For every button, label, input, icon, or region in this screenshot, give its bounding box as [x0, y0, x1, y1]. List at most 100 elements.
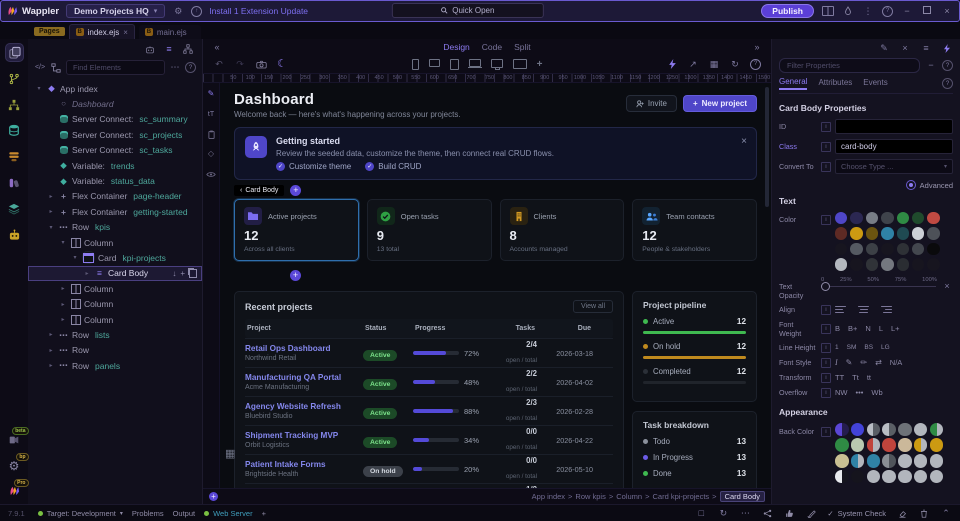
expand-arrow-icon[interactable]: ▾ — [71, 254, 79, 261]
back-color-swatch[interactable] — [867, 438, 881, 452]
ai-assistant-icon[interactable] — [6, 226, 23, 243]
device-desktop-icon[interactable] — [491, 59, 503, 68]
quick-open-button[interactable]: Quick Open — [392, 3, 544, 18]
move-element-icon[interactable]: ↓ — [172, 269, 176, 278]
color-swatch[interactable] — [835, 227, 847, 239]
color-swatch[interactable] — [866, 212, 878, 224]
color-swatch[interactable] — [881, 258, 893, 270]
reload-icon[interactable]: ↻ — [717, 507, 729, 519]
advanced-toggle[interactable] — [906, 180, 916, 190]
add-panel-button[interactable]: + — [262, 509, 266, 518]
back-color-swatch[interactable] — [851, 470, 865, 484]
text-transform-option[interactable]: Tt — [852, 373, 859, 382]
banner-check-item[interactable]: ✓ Build CRUD — [365, 162, 421, 171]
font-weight-option[interactable]: B+ — [848, 324, 857, 333]
device-laptop-icon[interactable] — [469, 59, 481, 67]
tree-item[interactable]: ▾ Column ↓ + — [28, 235, 202, 250]
font-style-na[interactable]: N/A — [890, 358, 903, 367]
collapse-left-icon[interactable]: « — [211, 41, 223, 53]
back-color-swatch[interactable] — [882, 423, 896, 437]
collapse-right-icon[interactable]: » — [751, 41, 763, 53]
kpi-card[interactable]: Active projects 12 Across all clients — [234, 199, 359, 261]
tree-item[interactable]: Server Connect: sc_projects ↓ + — [28, 127, 202, 142]
tree-item[interactable]: ▸ Flex Container page-header ↓ + — [28, 189, 202, 204]
pages-panel-icon[interactable] — [6, 44, 23, 61]
more-icon[interactable]: ⋯ — [739, 507, 751, 519]
back-color-swatch[interactable] — [851, 438, 865, 452]
back-color-swatch[interactable] — [930, 423, 944, 437]
grid-toggle-button[interactable]: ▦ — [225, 447, 235, 460]
color-swatch[interactable] — [866, 258, 878, 270]
breadcrumb-current[interactable]: Card Body — [720, 491, 765, 502]
find-elements-input[interactable] — [66, 60, 165, 75]
properties-tab[interactable]: General — [779, 77, 807, 90]
project-name-link[interactable]: Agency Website Refresh — [245, 402, 363, 412]
more-options-icon[interactable]: ⋯ — [169, 62, 181, 74]
line-height-option[interactable]: SM — [847, 344, 857, 351]
expand-arrow-icon[interactable]: ▸ — [59, 301, 67, 308]
styles-icon[interactable] — [6, 174, 23, 191]
pen-style-icon[interactable]: ✏ — [860, 358, 867, 367]
line-height-option[interactable]: LG — [881, 344, 890, 351]
tree-item[interactable]: ▸ Column ↓ + — [28, 281, 202, 296]
color-swatch[interactable] — [850, 227, 862, 239]
convert-to-select[interactable]: Choose Type ...▾ — [835, 159, 953, 174]
breadcrumb-item[interactable]: Card kpi-projects — [652, 492, 709, 501]
tree-item[interactable]: ▸ Column ↓ + — [28, 312, 202, 327]
expand-arrow-icon[interactable]: ▸ — [47, 362, 55, 369]
color-swatch[interactable] — [897, 227, 909, 239]
color-swatch[interactable] — [897, 212, 909, 224]
device-tablet-icon[interactable] — [450, 59, 459, 70]
add-frame-button[interactable]: + — [209, 492, 218, 501]
line-height-option[interactable]: 1 — [835, 344, 839, 351]
project-name-link[interactable]: Patient Intake Forms — [245, 460, 363, 470]
tree-item[interactable]: Dashboard ↓ + — [28, 96, 202, 111]
tree-item[interactable]: ▸ Row panels ↓ + — [28, 358, 202, 373]
visibility-icon[interactable] — [205, 168, 217, 180]
color-swatch[interactable] — [927, 227, 939, 239]
back-color-swatch[interactable] — [914, 423, 928, 437]
color-swatch[interactable] — [912, 212, 924, 224]
trash-icon[interactable] — [918, 507, 930, 519]
view-mode-tab[interactable]: Design — [443, 42, 469, 52]
tree-view-icon[interactable] — [50, 62, 62, 74]
italic-button[interactable]: I — [835, 358, 838, 367]
typography-icon[interactable]: tT — [205, 108, 217, 120]
tree-item[interactable]: Server Connect: sc_summary ↓ + — [28, 112, 202, 127]
expand-arrow-icon[interactable]: ▾ — [35, 85, 43, 92]
layout-columns-icon[interactable] — [822, 5, 834, 17]
clean-icon[interactable] — [896, 507, 908, 519]
font-weight-option[interactable]: L — [879, 324, 883, 333]
edit-mode-icon[interactable]: ✎ — [205, 88, 217, 100]
props-help-icon[interactable]: ? — [942, 60, 953, 71]
color-swatch[interactable] — [897, 243, 909, 255]
back-color-swatch[interactable] — [851, 423, 865, 437]
text-transform-option[interactable]: TT — [835, 373, 844, 382]
tree-item[interactable]: ▸ Row lists ↓ + — [28, 327, 202, 342]
banner-close-icon[interactable]: × — [741, 136, 747, 147]
text-transform-option[interactable]: tt — [867, 373, 871, 382]
database-icon[interactable] — [6, 122, 23, 139]
components-grid-icon[interactable]: ▦ — [708, 58, 720, 70]
insert-after-button[interactable]: + — [290, 270, 301, 281]
kpi-card[interactable]: Open tasks 9 13 total — [367, 199, 492, 261]
quick-actions-bolt-icon[interactable] — [666, 58, 678, 70]
output-button[interactable]: Output — [173, 509, 196, 518]
class-input[interactable] — [835, 139, 953, 154]
device-mobile-landscape-icon[interactable] — [429, 59, 440, 67]
align-left-button[interactable] — [835, 306, 846, 313]
pencil-style-icon[interactable]: ✎ — [846, 358, 853, 367]
maximize-button[interactable] — [921, 6, 933, 16]
color-swatch[interactable] — [881, 227, 893, 239]
git-icon[interactable] — [6, 70, 23, 87]
back-color-swatch[interactable] — [930, 454, 944, 468]
minimize-button[interactable]: − — [901, 6, 913, 16]
back-color-swatch[interactable] — [930, 438, 944, 452]
tree-item[interactable]: ▸ Column ↓ + — [28, 296, 202, 311]
wappler-pro-icon[interactable]: Pro — [6, 483, 23, 500]
back-color-swatch[interactable] — [930, 470, 944, 484]
web-server-button[interactable]: Web Server — [204, 509, 252, 518]
properties-tab[interactable]: Events — [863, 78, 887, 89]
device-large-screen-icon[interactable] — [513, 59, 527, 69]
open-in-browser-icon[interactable]: ↗ — [687, 58, 699, 70]
